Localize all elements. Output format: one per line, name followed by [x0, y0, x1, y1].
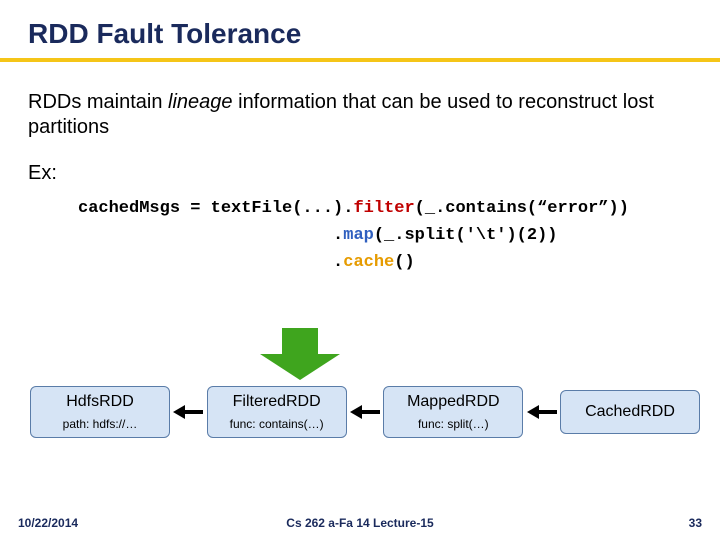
- title-rule: [0, 58, 720, 62]
- code-l1a: cachedMsgs = textFile(...).: [78, 199, 353, 218]
- rdd-box-cached: CachedRDD: [560, 390, 700, 434]
- footer-center: Cs 262 a-Fa 14 Lecture-15: [0, 516, 720, 530]
- code-kw-cache: cache: [343, 253, 394, 272]
- rdd-name: HdfsRDD: [35, 393, 165, 411]
- slide: RDD Fault Tolerance RDDs maintain lineag…: [0, 0, 720, 540]
- code-l1c: (_.contains(“error”)): [415, 199, 629, 218]
- arrow-left-icon: [173, 405, 203, 419]
- example-label: Ex:: [28, 162, 692, 185]
- code-l3c: (): [394, 253, 414, 272]
- arrow-left-icon: [527, 405, 557, 419]
- code-kw-filter: filter: [353, 199, 414, 218]
- rdd-box-filtered: FilteredRDD func: contains(…): [207, 386, 347, 438]
- code-block: cachedMsgs = textFile(...).filter(_.cont…: [28, 195, 692, 277]
- arrow-down-icon: [260, 328, 340, 380]
- rdd-sub: func: split(…): [388, 417, 518, 431]
- arrow-left-icon: [350, 405, 380, 419]
- footer: 10/22/2014 Cs 262 a-Fa 14 Lecture-15 33: [0, 516, 720, 530]
- body-lineage-word: lineage: [168, 91, 233, 113]
- lineage-diagram: HdfsRDD path: hdfs://… FilteredRDD func:…: [30, 386, 700, 438]
- code-l2a: .: [78, 226, 343, 245]
- body-pre: RDDs maintain: [28, 91, 168, 113]
- body-paragraph: RDDs maintain lineage information that c…: [28, 90, 692, 140]
- rdd-box-mapped: MappedRDD func: split(…): [383, 386, 523, 438]
- rdd-sub: func: contains(…): [212, 417, 342, 431]
- code-kw-map: map: [343, 226, 374, 245]
- rdd-sub: path: hdfs://…: [35, 417, 165, 431]
- rdd-name: CachedRDD: [565, 403, 695, 421]
- code-l3a: .: [78, 253, 343, 272]
- rdd-box-hdfs: HdfsRDD path: hdfs://…: [30, 386, 170, 438]
- slide-title: RDD Fault Tolerance: [28, 18, 692, 50]
- rdd-name: FilteredRDD: [212, 393, 342, 411]
- code-l2c: (_.split('\t')(2)): [374, 226, 558, 245]
- rdd-name: MappedRDD: [388, 393, 518, 411]
